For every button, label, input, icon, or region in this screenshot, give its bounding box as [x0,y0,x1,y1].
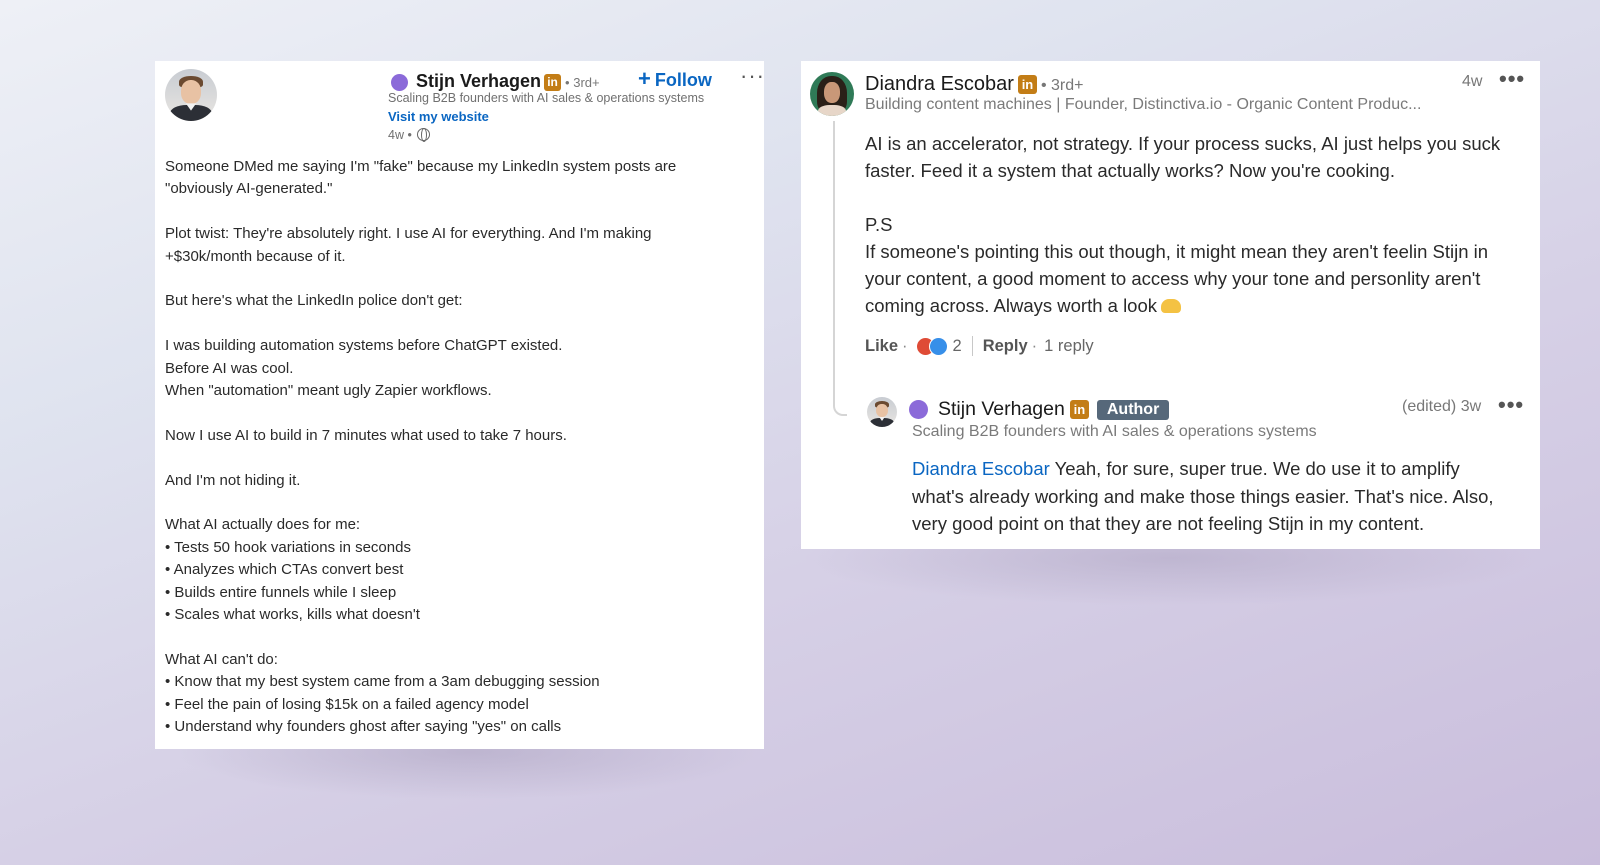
connection-degree: • 3rd+ [565,75,600,90]
post-line: "obviously AI-generated." [165,180,333,198]
comment-line: P.S [865,214,893,235]
globe-icon [417,128,431,142]
reactions[interactable] [915,336,948,356]
like-reaction-icon [928,336,948,356]
comment-line-last: coming across. Always worth a look [865,292,1530,319]
comment-actions: Like · 2 Reply · 1 reply [865,336,1094,356]
more-options-icon[interactable]: ··· [740,63,764,89]
reply-author-headline: Scaling B2B founders with AI sales & ope… [912,423,1317,440]
post-line: • Scales what works, kills what doesn't [165,606,420,624]
follow-label: Follow [654,70,712,90]
post-line: +$30k/month because of it. [165,247,346,265]
post-line: • Understand why founders ghost after sa… [165,718,562,736]
post-line: • Know that my best system came from a 3… [165,673,600,691]
mention-link[interactable]: Diandra Escobar [912,458,1050,479]
author-badge: Author [1096,399,1170,420]
post-line: Someone DMed me saying I'm "fake" becaus… [165,158,677,175]
heart-hands-emoji-icon [1161,299,1182,313]
linkedin-post-card: Stijn Verhagen in • 3rd+ Scaling B2B found… [155,61,764,749]
post-line: What AI actually does for me: [165,516,361,534]
thread-line [833,121,847,416]
linkedin-premium-icon: in [1069,400,1089,419]
plus-icon: + [638,66,651,91]
left-card-shadow [175,740,765,800]
reply-line: very good point on that they are not fee… [912,513,1425,534]
paragraph: What AI actually does for me: • Tests 50… [165,514,755,626]
post-author-name[interactable]: Stijn Verhagen [416,71,541,91]
linkedin-comment-card: Diandra Escobar in • 3rd+ Building content… [801,61,1540,549]
status-dot-icon [391,73,408,91]
author-avatar[interactable] [165,69,217,121]
reply-body: Diandra Escobar Yeah, for sure, super tr… [912,455,1527,538]
visit-website-link[interactable]: Visit my website [388,109,489,124]
paragraph: Plot twist: They're absolutely right. I … [165,223,755,268]
reply-button[interactable]: Reply [983,337,1028,356]
commenter-name[interactable]: Diandra Escobar [865,73,1014,95]
separator-dot: · [902,336,908,355]
follow-button[interactable]: + Follow [638,66,712,92]
post-line: And I'm not hiding it. [165,471,301,489]
post-timestamp: 4w • [388,128,431,142]
post-author[interactable]: Stijn Verhagen in • 3rd+ [391,71,600,92]
post-line: What AI can't do: [165,650,278,668]
paragraph: Someone DMed me saying I'm "fake" becaus… [165,156,755,201]
connection-degree: • 3rd+ [1040,77,1084,94]
reply-author-name[interactable]: Stijn Verhagen [938,398,1065,421]
post-line: But here's what the LinkedIn police don'… [165,292,463,310]
linkedin-premium-icon: in [544,73,562,91]
post-line: • Analyzes which CTAs convert best [165,561,404,579]
paragraph: But here's what the LinkedIn police don'… [165,290,755,312]
post-time-text: 4w • [388,128,412,142]
comment-line: faster. Feed it a system that actually w… [865,160,1395,181]
post-line: • Tests 50 hook variations in seconds [165,538,411,556]
reply-line: Diandra Escobar Yeah, for sure, super tr… [912,455,1527,483]
post-line: • Feel the pain of losing $15k on a fail… [165,695,529,713]
paragraph: I was building automation systems before… [165,335,755,402]
comment-line: AI is an accelerator, not strategy. If y… [865,133,1501,154]
comment-line: your content, a good moment to access wh… [865,268,1481,289]
reaction-count[interactable]: 2 [953,337,962,356]
status-dot-icon [909,400,928,419]
paragraph: And I'm not hiding it. [165,470,755,492]
reply-line: what's already working and make those th… [912,485,1494,507]
comment-body: AI is an accelerator, not strategy. If y… [865,130,1530,319]
right-card-shadow [800,546,1540,606]
paragraph: What AI can't do: • Know that my best sy… [165,649,755,739]
comment-timestamp: 4w [1462,73,1483,90]
comment-line-text: coming across. Always worth a look [865,295,1158,316]
divider [971,336,973,356]
commenter[interactable]: Diandra Escobar in • 3rd+ [865,73,1083,96]
post-line: Now I use AI to build in 7 minutes what … [165,426,567,444]
reply-author-avatar[interactable] [867,397,897,427]
more-options-icon[interactable]: ••• [1499,66,1525,92]
replies-count-link[interactable]: 1 reply [1044,337,1094,356]
separator-dot: · [1031,336,1038,355]
post-body: Someone DMed me saying I'm "fake" becaus… [165,156,755,749]
like-button[interactable]: Like [865,337,898,356]
commenter-avatar[interactable] [810,72,854,116]
post-line: • Builds entire funnels while I sleep [165,583,397,601]
commenter-headline: Building content machines | Founder, Dis… [865,96,1422,113]
post-line: I was building automation systems before… [165,337,563,355]
post-author-headline: Scaling B2B founders with AI sales & ope… [388,91,705,105]
paragraph: Now I use AI to build in 7 minutes what … [165,425,755,447]
reply-line-text: Yeah, for sure, super true. We do use it… [1049,458,1460,479]
post-line: Before AI was cool. [165,359,294,377]
comment-line: If someone's pointing this out though, i… [865,241,1489,262]
post-line: Plot twist: They're absolutely right. I … [165,225,652,243]
reply-timestamp: (edited) 3w [1402,398,1482,415]
linkedin-premium-icon: in [1017,75,1037,95]
reply-author[interactable]: Stijn Verhagen in Author [909,398,1170,421]
more-options-icon[interactable]: ••• [1498,392,1524,418]
post-line: When "automation" meant ugly Zapier work… [165,382,492,400]
